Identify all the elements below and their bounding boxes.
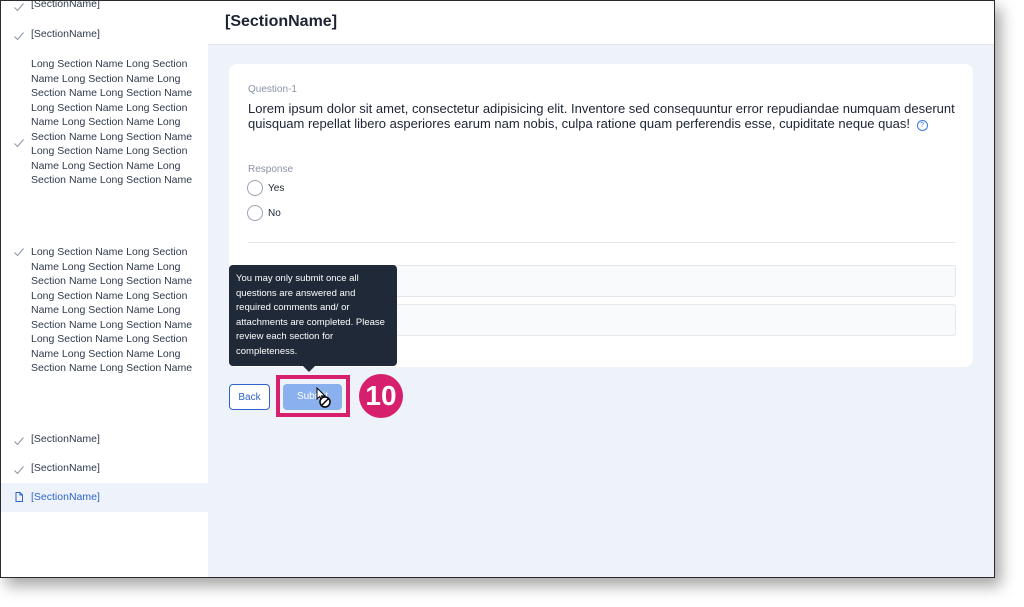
sidebar-item-section-2[interactable]: [SectionName] <box>1 27 208 43</box>
help-icon[interactable]: ? <box>916 120 928 131</box>
not-allowed-cursor-icon <box>316 387 331 408</box>
divider <box>248 242 956 243</box>
radio-button[interactable] <box>247 180 263 196</box>
sidebar-item-label: [SectionName] <box>31 433 100 445</box>
check-icon <box>14 437 24 446</box>
check-icon <box>14 32 24 41</box>
check-icon <box>14 466 24 475</box>
question-body: Lorem ipsum dolor sit amet, consectetur … <box>248 101 955 131</box>
sidebar-item-current-section[interactable]: [SectionName] <box>1 483 208 512</box>
main-content: [SectionName] Question-1 Lorem ipsum dol… <box>208 1 994 577</box>
back-button[interactable]: Back <box>229 384 270 410</box>
check-icon <box>14 139 24 148</box>
submit-tooltip: You may only submit once all questions a… <box>229 265 397 366</box>
page-title: [SectionName] <box>225 13 338 30</box>
annotation-highlight-box <box>276 375 350 417</box>
question-text: Lorem ipsum dolor sit amet, consectetur … <box>248 101 958 131</box>
sidebar-item-label: [SectionName] <box>31 491 100 503</box>
sidebar-item-label: Long Section Name Long Section Name Long… <box>31 58 193 186</box>
sidebar-item-section-5[interactable]: [SectionName] <box>1 432 208 448</box>
question-label: Question-1 <box>248 84 297 95</box>
radio-button[interactable] <box>247 205 263 221</box>
sidebar-item-long-section-2[interactable]: Long Section Name Long Section Name Long… <box>1 245 208 421</box>
response-label: Response <box>248 164 294 175</box>
sidebar-item-section-1[interactable]: [SectionName] <box>1 1 208 13</box>
document-icon <box>15 492 23 502</box>
step-number-badge: 10 <box>359 374 403 418</box>
page-header: [SectionName] <box>208 1 994 45</box>
sidebar: [SectionName] [SectionName] Long Section… <box>1 1 209 577</box>
sidebar-item-label: [SectionName] <box>31 1 100 10</box>
check-icon <box>14 248 24 257</box>
sidebar-item-label: [SectionName] <box>31 462 100 474</box>
check-icon <box>14 3 24 12</box>
radio-label: Yes <box>268 183 285 194</box>
app-window: [SectionName] [SectionName] Long Section… <box>0 0 995 578</box>
sidebar-item-label: Long Section Name Long Section Name Long… <box>31 246 193 374</box>
sidebar-item-section-6[interactable]: [SectionName] <box>1 461 208 477</box>
tooltip-arrow <box>303 366 315 372</box>
sidebar-item-label: [SectionName] <box>31 28 100 40</box>
radio-label: No <box>268 208 281 219</box>
sidebar-item-long-section-1[interactable]: Long Section Name Long Section Name Long… <box>1 57 208 233</box>
